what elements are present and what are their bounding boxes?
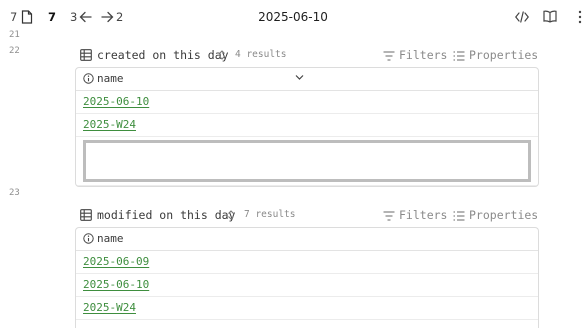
line-number: 23 [9, 188, 20, 198]
filters-label: Filters [399, 208, 448, 222]
base-table: name 2025-06-10 2025-W24 [75, 67, 539, 187]
filters-button[interactable]: Filters [383, 48, 447, 62]
page-title-text: 2025-06-10 [258, 10, 328, 24]
note-link[interactable]: 2025-W24 [83, 118, 136, 131]
filter-icon [383, 211, 395, 221]
line-number: 22 [9, 46, 20, 56]
base-header: modified on this day 7 results Filters P… [80, 205, 538, 225]
table-row: 2025-06-10 [76, 91, 538, 114]
column-header-name[interactable]: name [97, 72, 124, 85]
view-selector[interactable]: created on this day [97, 48, 229, 62]
chevron-updown-icon[interactable] [227, 209, 235, 221]
column-header-name[interactable]: name [97, 232, 124, 245]
table-header: name [76, 228, 538, 251]
line-number: 21 [9, 30, 20, 40]
table-row: 2025-W24 [76, 297, 538, 320]
properties-label: Properties [469, 208, 539, 222]
tab-header: 7 7 3 2 2025-06-10 [0, 0, 586, 34]
table-icon[interactable] [80, 49, 92, 61]
results-count: 4 results [235, 49, 287, 60]
page-title: 2025-06-10 [0, 10, 586, 24]
table-row: 2025-06-10 [76, 274, 538, 297]
chevron-down-icon[interactable] [295, 74, 304, 81]
table-header: name [76, 68, 538, 91]
list-icon [453, 211, 465, 221]
properties-button[interactable]: Properties [453, 208, 538, 222]
note-link[interactable]: 2025-06-09 [83, 255, 149, 268]
chevron-updown-icon[interactable] [218, 49, 226, 61]
new-row-input[interactable] [83, 140, 531, 182]
table-row: 2025-06-09 [76, 251, 538, 274]
results-count: 7 results [244, 209, 296, 220]
list-icon [453, 51, 465, 61]
properties-button[interactable]: Properties [453, 48, 538, 62]
more-options-icon[interactable] [577, 10, 583, 24]
note-link[interactable]: 2025-06-10 [83, 278, 149, 291]
note-link[interactable]: 2025-06-10 [83, 95, 149, 108]
info-icon [83, 233, 94, 244]
properties-label: Properties [469, 48, 539, 62]
table-row-new [76, 137, 538, 186]
table-row: 2025-W24 [76, 114, 538, 137]
note-link[interactable]: 2025-W24 [83, 301, 136, 314]
table-icon[interactable] [80, 209, 92, 221]
view-selector[interactable]: modified on this day [97, 208, 235, 222]
filters-button[interactable]: Filters [383, 208, 447, 222]
reading-view-icon[interactable] [543, 10, 557, 23]
filters-label: Filters [399, 48, 448, 62]
code-view-icon[interactable] [515, 11, 529, 23]
info-icon [83, 73, 94, 84]
base-table: name 2025-06-09 2025-06-10 2025-W24 [75, 227, 539, 328]
filter-icon [383, 51, 395, 61]
base-header: created on this day 4 results Filters Pr… [80, 45, 538, 65]
